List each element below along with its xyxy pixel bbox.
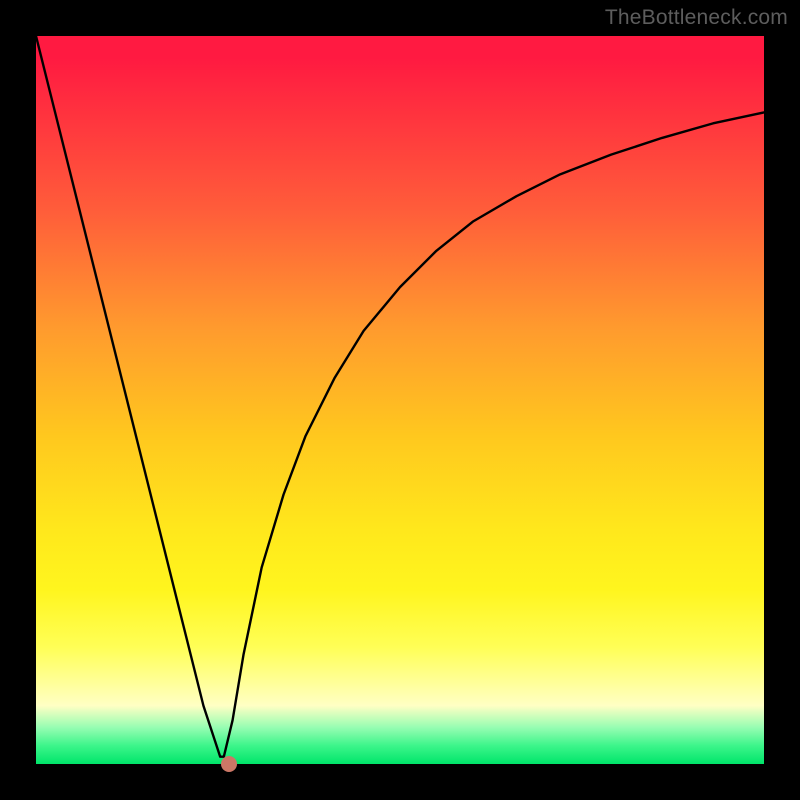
chart-frame: TheBottleneck.com — [0, 0, 800, 800]
bottleneck-curve — [36, 36, 764, 764]
minimum-marker — [221, 756, 237, 772]
plot-area — [36, 36, 764, 764]
watermark-text: TheBottleneck.com — [605, 6, 788, 30]
